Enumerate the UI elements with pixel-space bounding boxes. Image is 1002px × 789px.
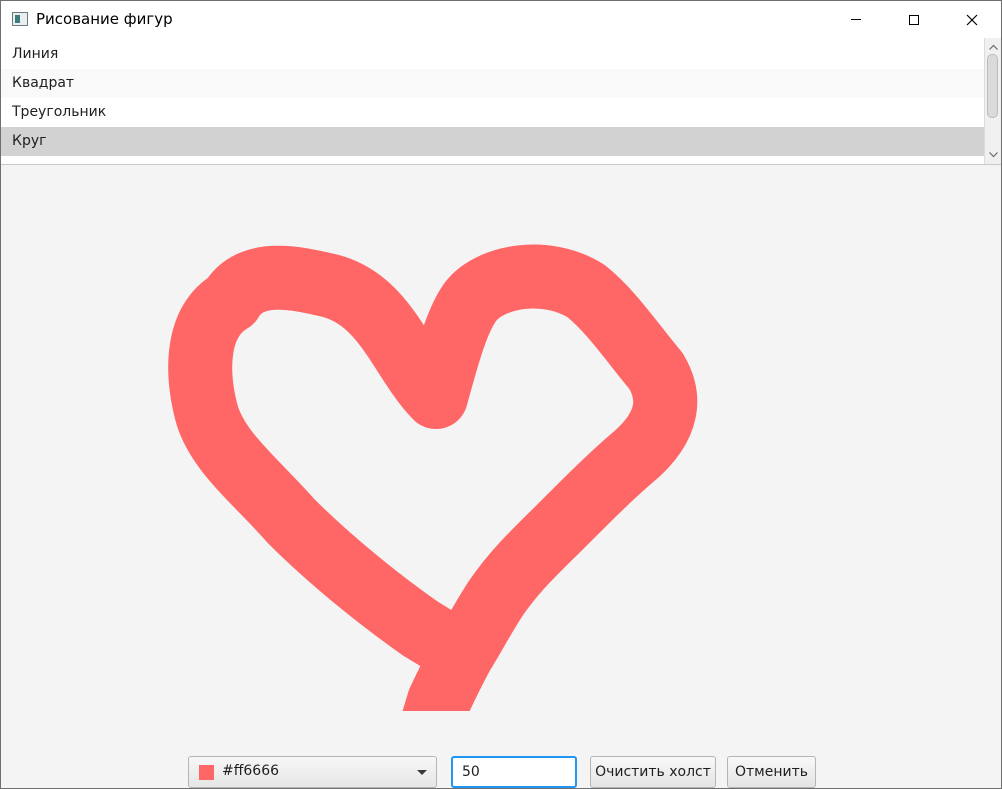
color-picker[interactable]: #ff6666 — [188, 756, 437, 788]
drawing-canvas[interactable] — [1, 165, 1001, 711]
maximize-icon — [909, 14, 919, 25]
dropdown-arrow-icon — [417, 770, 427, 775]
chevron-up-icon[interactable] — [985, 40, 1001, 54]
app-icon — [12, 12, 28, 26]
list-item-square[interactable]: Квадрат — [1, 69, 984, 98]
canvas-drawing — [168, 244, 698, 711]
list-item-line[interactable]: Линия — [1, 40, 984, 69]
title-bar[interactable]: Рисование фигур — [1, 1, 1001, 39]
chevron-down-icon[interactable] — [985, 148, 1001, 162]
scroll-thumb[interactable] — [987, 54, 998, 118]
list-item-circle-selected[interactable]: Круг — [1, 127, 984, 156]
window-title: Рисование фигур — [36, 10, 173, 28]
close-icon — [966, 14, 978, 25]
shape-list[interactable]: Линия Квадрат Треугольник Круг — [1, 38, 1001, 165]
heart-stroke — [168, 244, 698, 711]
minimize-icon — [851, 19, 861, 20]
list-scrollbar[interactable] — [984, 38, 1001, 164]
brush-size-input[interactable] — [451, 756, 577, 788]
app-window: Рисование фигур Линия Квадрат Треугольни… — [0, 0, 1002, 789]
list-item-triangle[interactable]: Треугольник — [1, 98, 984, 127]
clear-canvas-button[interactable]: Очистить холст — [590, 756, 716, 788]
bottom-toolbar: #ff6666 Очистить холст Отменить — [1, 747, 1001, 788]
color-swatch — [199, 765, 214, 780]
minimize-button[interactable] — [827, 1, 885, 38]
maximize-button[interactable] — [885, 1, 943, 38]
color-value: #ff6666 — [222, 763, 280, 779]
undo-button[interactable]: Отменить — [727, 756, 816, 788]
close-button[interactable] — [943, 1, 1001, 38]
